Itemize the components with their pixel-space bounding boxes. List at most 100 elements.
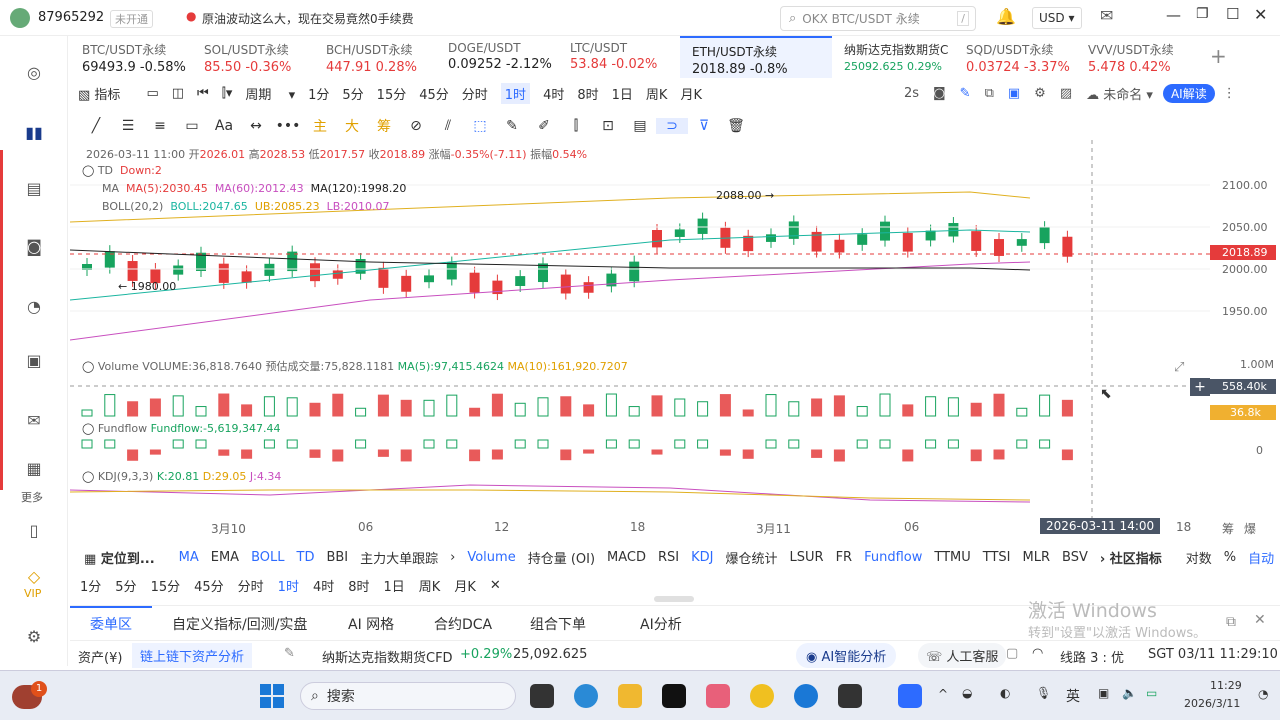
battery-icon[interactable]: ▭: [1146, 686, 1157, 700]
community-button[interactable]: › 社区指标: [1100, 548, 1174, 567]
tf-8h[interactable]: 8时: [348, 576, 369, 595]
ind-macd[interactable]: MACD: [607, 550, 646, 565]
panel-resize-handle[interactable]: [654, 596, 694, 602]
calendar-icon[interactable]: ▭: [146, 86, 158, 101]
ind-fr[interactable]: FR: [836, 550, 853, 565]
chips-button[interactable]: 筹: [368, 116, 400, 136]
candle-type-icon[interactable]: ⫿▾: [222, 86, 233, 101]
liquidation-tab[interactable]: 爆: [1244, 520, 1256, 537]
tf-15m[interactable]: 15分: [151, 576, 181, 595]
vip-badge[interactable]: 未开通: [110, 10, 153, 28]
ind-boll[interactable]: BOLL: [251, 550, 284, 565]
td-legend[interactable]: ◯ TD Down:2: [82, 164, 162, 177]
wallet-icon[interactable]: ▣: [22, 348, 46, 372]
measure-icon[interactable]: ↔: [240, 118, 272, 134]
maximize-icon[interactable]: ☐: [1226, 5, 1239, 23]
more-label[interactable]: 更多: [21, 489, 43, 505]
filter-icon[interactable]: ⊽: [688, 118, 720, 134]
music-icon[interactable]: [750, 684, 774, 708]
interval-4h[interactable]: 4时: [543, 84, 564, 103]
note-icon[interactable]: ▤: [624, 118, 656, 134]
tf-close-icon[interactable]: ✕: [490, 578, 501, 593]
trendline-icon[interactable]: ╱: [80, 118, 112, 134]
ma-legend[interactable]: MA MA(5):2030.45 MA(60):2012.43 MA(120):…: [102, 182, 406, 195]
mail-icon[interactable]: ✉: [1100, 6, 1113, 25]
interval-1mo[interactable]: 月K: [680, 84, 702, 103]
ticker-sqd[interactable]: SQD/USDT永续 0.03724 -3.37%: [954, 36, 1076, 78]
bell-icon[interactable]: 🔔: [996, 7, 1016, 26]
tab-ai-analysis[interactable]: AI分析: [640, 614, 682, 634]
tf-1h[interactable]: 1时: [278, 576, 299, 595]
phone-icon[interactable]: ▯: [22, 518, 46, 542]
ticker-btc[interactable]: BTC/USDT永续 69493.9 -0.58%: [70, 36, 192, 78]
ind-td[interactable]: TD: [297, 550, 315, 565]
ind-oi[interactable]: 持仓量 (OI): [528, 548, 595, 567]
tab-dca[interactable]: 合约DCA: [434, 614, 492, 634]
interval-1d[interactable]: 1日: [612, 84, 633, 103]
ticker-bch[interactable]: BCH/USDT永续 447.91 0.28%: [314, 36, 436, 78]
replay-icon[interactable]: ⏮: [197, 86, 209, 101]
auto-toggle[interactable]: 自动: [1248, 548, 1274, 567]
volume-icon[interactable]: 🔈: [1122, 686, 1137, 700]
boll-legend[interactable]: BOLL(20,2) BOLL:2047.65 UB:2085.23 LB:20…: [102, 200, 389, 213]
ind-fundflow[interactable]: Fundflow: [864, 550, 922, 565]
bilibili-icon[interactable]: [706, 684, 730, 708]
panel-popout-icon[interactable]: ⧉: [1226, 614, 1236, 630]
ind-ttsi[interactable]: TTSI: [983, 550, 1011, 565]
tf-1mo[interactable]: 月K: [454, 576, 476, 595]
expand-icon[interactable]: ⤢: [1174, 360, 1184, 375]
start-icon[interactable]: [260, 684, 284, 708]
ticker-sol[interactable]: SOL/USDT永续 85.50 -0.36%: [192, 36, 314, 78]
network-icon[interactable]: ▣: [1098, 686, 1109, 700]
recorder-icon[interactable]: [838, 684, 862, 708]
interval-1h[interactable]: 1时: [500, 82, 531, 104]
tab-custom-indicator[interactable]: 自定义指标/回测/实盘: [172, 614, 307, 634]
ind-ema[interactable]: EMA: [211, 550, 239, 565]
settings-icon[interactable]: ⚙: [22, 624, 46, 648]
ind-bsv[interactable]: BSV: [1062, 550, 1088, 565]
rect-icon[interactable]: ▭: [176, 118, 208, 134]
ai-draw-icon[interactable]: ⊘: [400, 118, 432, 134]
search-input[interactable]: OKX BTC/USDT 永续: [802, 10, 919, 27]
period-dropdown[interactable]: 周期 ▾: [245, 84, 295, 103]
tray-chevron-icon[interactable]: ^: [938, 687, 948, 701]
clock-time[interactable]: 11:29: [1210, 679, 1242, 692]
vip-icon[interactable]: ◇: [22, 564, 46, 588]
locate-button[interactable]: ▦ 定位到...: [84, 548, 167, 567]
tf-4h[interactable]: 4时: [313, 576, 334, 595]
apps-icon[interactable]: ▦: [22, 456, 46, 480]
more-tools-icon[interactable]: •••: [272, 118, 304, 134]
hline-icon[interactable]: ☰: [112, 118, 144, 134]
fundflow-legend[interactable]: ◯ Fundflow Fundflow:-5,619,347.44: [82, 422, 280, 435]
ie-icon[interactable]: [794, 684, 818, 708]
magnet-icon[interactable]: ⊃: [656, 118, 688, 134]
panel-close-icon[interactable]: ✕: [1254, 612, 1266, 628]
ind-ttmu[interactable]: TTMU: [934, 550, 970, 565]
tab-orders[interactable]: 委单区: [90, 614, 132, 634]
indicator-button[interactable]: ▧ 指标: [78, 84, 133, 103]
copy-icon[interactable]: ▢: [1006, 646, 1018, 661]
market-icon[interactable]: ◎: [22, 60, 46, 84]
index-name[interactable]: 纳斯达克指数期货CFD: [322, 647, 453, 666]
ind-mainforce[interactable]: 主力大单跟踪: [360, 548, 438, 567]
assets-label[interactable]: 资产(¥): [78, 647, 122, 666]
ind-ma[interactable]: MA: [179, 550, 199, 565]
interval-45m[interactable]: 45分: [419, 84, 449, 103]
ime-indicator[interactable]: 英: [1066, 686, 1080, 706]
ind-lsur[interactable]: LSUR: [790, 550, 824, 565]
tf-5m[interactable]: 5分: [115, 576, 136, 595]
interval-8h[interactable]: 8时: [577, 84, 598, 103]
lock-icon[interactable]: ⊡: [592, 118, 624, 134]
add-line-button[interactable]: +: [1190, 378, 1210, 396]
main-force-button[interactable]: 主: [304, 116, 336, 136]
camera-icon[interactable]: ◙: [933, 86, 946, 101]
ai-app-icon[interactable]: [898, 684, 922, 708]
layout-name-dropdown[interactable]: ☁ 未命名 ▾: [1086, 84, 1153, 103]
clock-date[interactable]: 2026/3/11: [1184, 697, 1240, 710]
big-order-button[interactable]: 大: [336, 116, 368, 136]
message-icon[interactable]: ✉: [22, 408, 46, 432]
ticker-eth[interactable]: ETH/USDT永续 2018.89 -0.8%: [680, 36, 832, 78]
taskview-icon[interactable]: [530, 684, 554, 708]
refresh-rate[interactable]: 2s: [904, 86, 919, 101]
vip-label[interactable]: VIP: [24, 587, 41, 600]
